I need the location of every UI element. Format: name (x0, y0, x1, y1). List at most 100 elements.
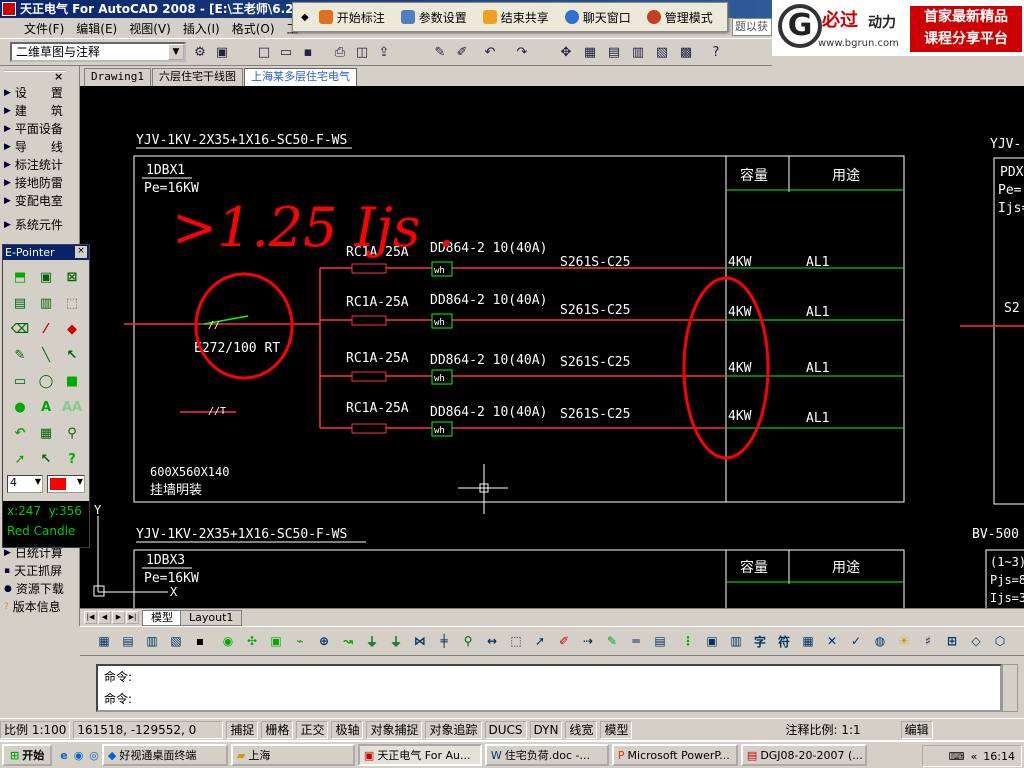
pen-color-select[interactable]: ▼ (47, 475, 85, 493)
copy-icon[interactable]: ▤ (7, 290, 33, 316)
toggle-osnap[interactable]: 对象捕捉 (366, 720, 423, 739)
publish-icon[interactable]: ⇪ (374, 42, 394, 62)
layer-icon[interactable]: ▥ (144, 633, 160, 649)
toggle-polar[interactable]: 极轴 (331, 720, 364, 739)
design-center-icon[interactable]: ▤ (604, 42, 624, 62)
line-icon[interactable]: ╲ (33, 342, 59, 368)
close-icon[interactable]: × (54, 70, 63, 83)
undo-icon[interactable]: ↶ (480, 42, 500, 62)
align-icon[interactable]: ═ (628, 633, 644, 649)
open-icon[interactable]: ⬒ (7, 264, 33, 290)
drawing-canvas[interactable]: YJV-1KV-2X35+1X16-SC50-F-WS 容量 用途 1DBX1 … (80, 86, 1024, 608)
cross-icon[interactable]: ✕ (824, 633, 840, 649)
check-icon[interactable]: ✓ (848, 633, 864, 649)
grid-icon[interactable]: ▦ (96, 633, 112, 649)
keyboard-icon[interactable]: ⌨ (949, 750, 965, 763)
lock-icon[interactable]: ⊞ (944, 633, 960, 649)
undo-icon[interactable]: ↶ (7, 420, 33, 446)
command-input[interactable]: 命令: (98, 688, 1000, 710)
sidebar-item-system[interactable]: ▶ 系统元件 (4, 216, 76, 234)
ground-icon[interactable]: ⏚ (364, 633, 380, 649)
join-icon[interactable]: ↝ (340, 633, 356, 649)
sidebar-item-building[interactable]: ▶ 建 筑 (4, 102, 76, 120)
highlighter-icon[interactable]: ➚ (7, 446, 33, 472)
tab-drawing1[interactable]: Drawing1 (84, 68, 151, 86)
search-icon[interactable]: ⚲ (460, 633, 476, 649)
chat-window-button[interactable]: 聊天窗口 (559, 9, 637, 26)
tab-model[interactable]: 模型 (142, 610, 182, 626)
task-word-doc[interactable]: W 住宅负荷.doc -... (484, 744, 609, 766)
sidebar-item-substation[interactable]: ▶ 变配电室 (4, 192, 76, 210)
node-icon[interactable]: ✣ (244, 633, 260, 649)
text-icon[interactable]: A (33, 394, 59, 420)
ellipse-icon[interactable]: ◯ (33, 368, 59, 394)
last-tab-icon[interactable]: ▶| (126, 611, 139, 624)
next-tab-icon[interactable]: ▶ (112, 611, 125, 624)
workspace-settings-icon[interactable]: ⚙ (190, 42, 210, 62)
list-icon[interactable]: ▥ (728, 633, 744, 649)
switch-icon[interactable]: ♯ (920, 633, 936, 649)
pen-icon[interactable]: ✎ (7, 342, 33, 368)
help-icon[interactable]: ? (706, 42, 726, 62)
menu-insert[interactable]: 插入(I) (183, 20, 220, 37)
toggle-snap[interactable]: 捕捉 (226, 720, 259, 739)
pan-icon[interactable]: ✥ (556, 42, 576, 62)
numbering-icon[interactable]: 符 (776, 633, 792, 649)
sheet-set-icon[interactable]: ▧ (652, 42, 672, 62)
target-icon[interactable]: ◉ (220, 633, 236, 649)
task-powerpoint[interactable]: P Microsoft PowerP... (611, 744, 738, 766)
tab-layout1[interactable]: Layout1 (180, 610, 243, 626)
toggle-ortho[interactable]: 正交 (296, 720, 329, 739)
toggle-dyn[interactable]: DYN (529, 720, 563, 739)
end-share-button[interactable]: 结束共享 (477, 9, 555, 26)
workspace-save-icon[interactable]: ▣ (212, 42, 232, 62)
first-tab-icon[interactable]: |◀ (84, 611, 97, 624)
3d-icon[interactable]: ⬡ (992, 633, 1008, 649)
sidebar-item-settings[interactable]: ▶ 设 置 (4, 84, 76, 102)
pen-width-select[interactable]: 4 ▼ (7, 475, 43, 493)
brush-icon[interactable]: ✎ (430, 42, 450, 62)
print-icon[interactable]: ⎙ (330, 42, 350, 62)
sidebar-item-version[interactable]: ? 版本信息 (4, 598, 76, 616)
save-icon[interactable]: ▪ (298, 42, 318, 62)
text-mark-icon[interactable]: ╪ (436, 633, 452, 649)
pointer-icon[interactable]: ↖ (33, 446, 59, 472)
char-icon[interactable]: 字 (752, 633, 768, 649)
close-icon[interactable]: × (75, 246, 87, 258)
wire-icon[interactable]: ⌁ (292, 633, 308, 649)
redo-icon[interactable]: ↷ (512, 42, 532, 62)
dropper-icon[interactable]: ⁄ (33, 316, 59, 342)
sidebar-item-grounding[interactable]: ▶ 接地防雷 (4, 174, 76, 192)
table-icon[interactable]: ▤ (652, 633, 668, 649)
sidebar-item-wires[interactable]: ▶ 导 线 (4, 138, 76, 156)
calculator-icon[interactable]: ▩ (676, 42, 696, 62)
light-icon[interactable]: ☀ (896, 633, 912, 649)
match-properties-icon[interactable]: ✐ (452, 42, 472, 62)
command-window[interactable]: 命令: 命令: (96, 664, 1002, 712)
cube-icon[interactable]: ◇ (968, 633, 984, 649)
block-icon[interactable]: ▧ (168, 633, 184, 649)
mark-icon[interactable]: ✐ (556, 633, 572, 649)
lamp-icon[interactable]: ◍ (872, 633, 888, 649)
connect-icon[interactable]: ⊕ (316, 633, 332, 649)
save-icon[interactable]: ▪ (192, 633, 208, 649)
mirror-icon[interactable]: ⋈ (412, 633, 428, 649)
properties-icon[interactable]: ▦ (580, 42, 600, 62)
filled-ellipse-icon[interactable]: ● (7, 394, 33, 420)
task-tangent-cad[interactable]: ▣ 天正电气 For Au... (357, 744, 482, 766)
measure-icon[interactable]: ⇢ (580, 633, 596, 649)
panel-icon[interactable]: ▣ (704, 633, 720, 649)
toggle-lineweight[interactable]: 线宽 (565, 720, 598, 739)
table-edit-icon[interactable]: ▦ (800, 633, 816, 649)
new-file-icon[interactable]: □ (254, 42, 274, 62)
sidebar-item-annotation[interactable]: ▶ 标注统计 (4, 156, 76, 174)
settings-button[interactable]: 参数设置 (395, 9, 473, 26)
text-outline-icon[interactable]: AA (59, 394, 85, 420)
toggle-ducs[interactable]: DUCS (484, 720, 527, 739)
edit-button[interactable]: 编辑 (900, 720, 933, 739)
rectangle-icon[interactable]: ▭ (7, 368, 33, 394)
task-pdf[interactable]: ▤ DGJ08-20-2007 (... (740, 744, 867, 766)
eraser-icon[interactable]: ⌫ (7, 316, 33, 342)
drawing-scale[interactable]: 比例 1:100 (0, 720, 71, 739)
sidebar-item-plan-equipment[interactable]: ▶ 平面设备 (4, 120, 76, 138)
